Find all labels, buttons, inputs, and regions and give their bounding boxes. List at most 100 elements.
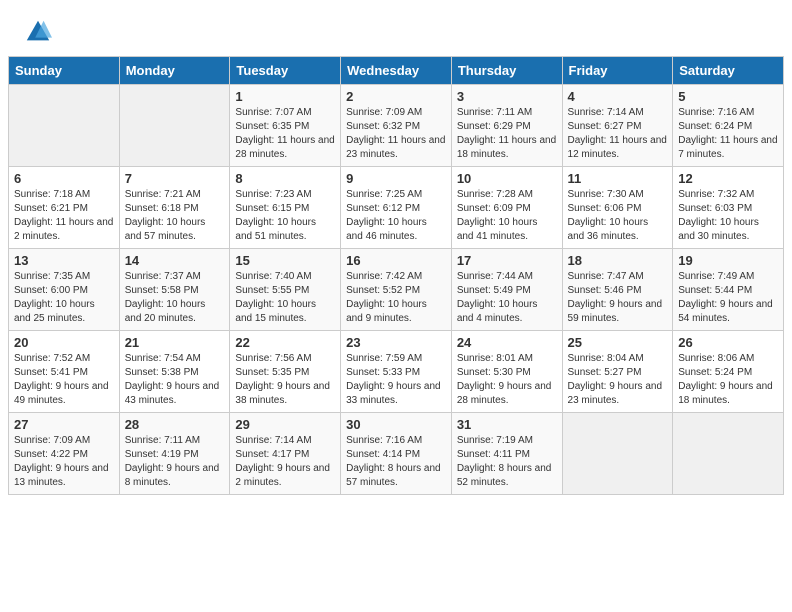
calendar-cell: 22 Sunrise: 7:56 AMSunset: 5:35 PMDayligh… bbox=[230, 331, 341, 413]
week-row-3: 20 Sunrise: 7:52 AMSunset: 5:41 PMDayligh… bbox=[9, 331, 784, 413]
calendar-cell: 29 Sunrise: 7:14 AMSunset: 4:17 PMDayligh… bbox=[230, 413, 341, 495]
day-info: Sunrise: 7:11 AMSunset: 4:19 PMDaylight:… bbox=[125, 434, 225, 490]
weekday-header-monday: Monday bbox=[119, 57, 230, 85]
day-info: Sunrise: 7:21 AMSunset: 6:18 PMDaylight:… bbox=[125, 188, 225, 244]
calendar-table: SundayMondayTuesdayWednesdayThursdayFrid… bbox=[8, 56, 784, 495]
calendar-cell: 14 Sunrise: 7:37 AMSunset: 5:58 PMDayligh… bbox=[119, 249, 230, 331]
calendar-cell: 30Sunrise: 7:16 AMSunset: 4:14 PMDayligh… bbox=[341, 413, 452, 495]
day-number: 14 bbox=[125, 253, 225, 268]
calendar-cell: 25Sunrise: 8:04 AMSunset: 5:27 PMDayligh… bbox=[562, 331, 673, 413]
calendar-cell bbox=[673, 413, 784, 495]
day-info: Sunrise: 7:16 AMSunset: 6:24 PMDaylight:… bbox=[678, 106, 778, 162]
logo-icon bbox=[24, 18, 52, 46]
day-info: Sunrise: 7:42 AMSunset: 5:52 PMDaylight:… bbox=[346, 270, 446, 326]
day-number: 5 bbox=[678, 89, 778, 104]
day-number: 18 bbox=[568, 253, 668, 268]
day-info: Sunrise: 7:23 AMSunset: 6:15 PMDaylight:… bbox=[235, 188, 335, 244]
day-number: 29 bbox=[235, 417, 335, 432]
calendar-cell: 12 Sunrise: 7:32 AMSunset: 6:03 PMDayligh… bbox=[673, 167, 784, 249]
day-info: Sunrise: 7:19 AMSunset: 4:11 PMDaylight:… bbox=[457, 434, 557, 490]
weekday-row: SundayMondayTuesdayWednesdayThursdayFrid… bbox=[9, 57, 784, 85]
calendar-cell: 20 Sunrise: 7:52 AMSunset: 5:41 PMDayligh… bbox=[9, 331, 120, 413]
day-info: Sunrise: 7:56 AMSunset: 5:35 PMDaylight:… bbox=[235, 352, 335, 408]
day-number: 3 bbox=[457, 89, 557, 104]
day-number: 2 bbox=[346, 89, 446, 104]
day-number: 31 bbox=[457, 417, 557, 432]
day-number: 10 bbox=[457, 171, 557, 186]
day-number: 30 bbox=[346, 417, 446, 432]
day-info: Sunrise: 7:52 AMSunset: 5:41 PMDaylight:… bbox=[14, 352, 114, 408]
calendar-cell: 27 Sunrise: 7:09 AMSunset: 4:22 PMDayligh… bbox=[9, 413, 120, 495]
calendar-cell: 24 Sunrise: 8:01 AMSunset: 5:30 PMDayligh… bbox=[451, 331, 562, 413]
day-info: Sunrise: 7:32 AMSunset: 6:03 PMDaylight:… bbox=[678, 188, 778, 244]
day-number: 11 bbox=[568, 171, 668, 186]
calendar-cell: 18Sunrise: 7:47 AMSunset: 5:46 PMDayligh… bbox=[562, 249, 673, 331]
day-number: 27 bbox=[14, 417, 114, 432]
calendar-cell: 15 Sunrise: 7:40 AMSunset: 5:55 PMDayligh… bbox=[230, 249, 341, 331]
calendar-cell: 6Sunrise: 7:18 AMSunset: 6:21 PMDaylight… bbox=[9, 167, 120, 249]
day-number: 8 bbox=[235, 171, 335, 186]
calendar-cell: 5 Sunrise: 7:16 AMSunset: 6:24 PMDaylight… bbox=[673, 85, 784, 167]
calendar-cell: 26 Sunrise: 8:06 AMSunset: 5:24 PMDayligh… bbox=[673, 331, 784, 413]
day-info: Sunrise: 7:59 AMSunset: 5:33 PMDaylight:… bbox=[346, 352, 446, 408]
calendar-cell: 19Sunrise: 7:49 AMSunset: 5:44 PMDayligh… bbox=[673, 249, 784, 331]
calendar-cell: 2Sunrise: 7:09 AMSunset: 6:32 PMDaylight… bbox=[341, 85, 452, 167]
calendar-wrapper: SundayMondayTuesdayWednesdayThursdayFrid… bbox=[0, 56, 792, 503]
day-info: Sunrise: 7:11 AMSunset: 6:29 PMDaylight:… bbox=[457, 106, 557, 162]
calendar-cell: 1Sunrise: 7:07 AMSunset: 6:35 PMDaylight… bbox=[230, 85, 341, 167]
day-info: Sunrise: 7:14 AMSunset: 4:17 PMDaylight:… bbox=[235, 434, 335, 490]
calendar-cell bbox=[119, 85, 230, 167]
day-info: Sunrise: 7:25 AMSunset: 6:12 PMDaylight:… bbox=[346, 188, 446, 244]
day-info: Sunrise: 7:09 AMSunset: 4:22 PMDaylight:… bbox=[14, 434, 114, 490]
day-number: 9 bbox=[346, 171, 446, 186]
day-number: 1 bbox=[235, 89, 335, 104]
day-number: 16 bbox=[346, 253, 446, 268]
day-number: 7 bbox=[125, 171, 225, 186]
day-info: Sunrise: 7:40 AMSunset: 5:55 PMDaylight:… bbox=[235, 270, 335, 326]
day-info: Sunrise: 7:18 AMSunset: 6:21 PMDaylight:… bbox=[14, 188, 114, 244]
week-row-1: 6Sunrise: 7:18 AMSunset: 6:21 PMDaylight… bbox=[9, 167, 784, 249]
day-info: Sunrise: 7:35 AMSunset: 6:00 PMDaylight:… bbox=[14, 270, 114, 326]
day-number: 13 bbox=[14, 253, 114, 268]
day-info: Sunrise: 7:30 AMSunset: 6:06 PMDaylight:… bbox=[568, 188, 668, 244]
week-row-0: 1Sunrise: 7:07 AMSunset: 6:35 PMDaylight… bbox=[9, 85, 784, 167]
calendar-cell: 11 Sunrise: 7:30 AMSunset: 6:06 PMDayligh… bbox=[562, 167, 673, 249]
day-number: 23 bbox=[346, 335, 446, 350]
day-info: Sunrise: 7:54 AMSunset: 5:38 PMDaylight:… bbox=[125, 352, 225, 408]
week-row-4: 27 Sunrise: 7:09 AMSunset: 4:22 PMDayligh… bbox=[9, 413, 784, 495]
weekday-header-tuesday: Tuesday bbox=[230, 57, 341, 85]
calendar-cell: 28Sunrise: 7:11 AMSunset: 4:19 PMDayligh… bbox=[119, 413, 230, 495]
calendar-cell: 13 Sunrise: 7:35 AMSunset: 6:00 PMDayligh… bbox=[9, 249, 120, 331]
calendar-header: SundayMondayTuesdayWednesdayThursdayFrid… bbox=[9, 57, 784, 85]
day-number: 17 bbox=[457, 253, 557, 268]
calendar-cell: 8 Sunrise: 7:23 AMSunset: 6:15 PMDaylight… bbox=[230, 167, 341, 249]
calendar-body: 1Sunrise: 7:07 AMSunset: 6:35 PMDaylight… bbox=[9, 85, 784, 495]
calendar-cell: 21 Sunrise: 7:54 AMSunset: 5:38 PMDayligh… bbox=[119, 331, 230, 413]
day-number: 24 bbox=[457, 335, 557, 350]
day-number: 15 bbox=[235, 253, 335, 268]
day-number: 19 bbox=[678, 253, 778, 268]
weekday-header-wednesday: Wednesday bbox=[341, 57, 452, 85]
day-info: Sunrise: 7:37 AMSunset: 5:58 PMDaylight:… bbox=[125, 270, 225, 326]
calendar-cell: 9 Sunrise: 7:25 AMSunset: 6:12 PMDaylight… bbox=[341, 167, 452, 249]
weekday-header-saturday: Saturday bbox=[673, 57, 784, 85]
day-number: 12 bbox=[678, 171, 778, 186]
day-number: 25 bbox=[568, 335, 668, 350]
day-number: 26 bbox=[678, 335, 778, 350]
weekday-header-sunday: Sunday bbox=[9, 57, 120, 85]
calendar-cell: 17Sunrise: 7:44 AMSunset: 5:49 PMDayligh… bbox=[451, 249, 562, 331]
day-number: 21 bbox=[125, 335, 225, 350]
day-number: 22 bbox=[235, 335, 335, 350]
day-info: Sunrise: 7:28 AMSunset: 6:09 PMDaylight:… bbox=[457, 188, 557, 244]
calendar-cell: 7 Sunrise: 7:21 AMSunset: 6:18 PMDaylight… bbox=[119, 167, 230, 249]
calendar-cell: 3 Sunrise: 7:11 AMSunset: 6:29 PMDaylight… bbox=[451, 85, 562, 167]
week-row-2: 13 Sunrise: 7:35 AMSunset: 6:00 PMDayligh… bbox=[9, 249, 784, 331]
day-number: 20 bbox=[14, 335, 114, 350]
day-info: Sunrise: 8:01 AMSunset: 5:30 PMDaylight:… bbox=[457, 352, 557, 408]
day-info: Sunrise: 8:06 AMSunset: 5:24 PMDaylight:… bbox=[678, 352, 778, 408]
calendar-cell: 23 Sunrise: 7:59 AMSunset: 5:33 PMDayligh… bbox=[341, 331, 452, 413]
calendar-cell bbox=[9, 85, 120, 167]
weekday-header-friday: Friday bbox=[562, 57, 673, 85]
calendar-cell bbox=[562, 413, 673, 495]
day-info: Sunrise: 7:14 AMSunset: 6:27 PMDaylight:… bbox=[568, 106, 668, 162]
